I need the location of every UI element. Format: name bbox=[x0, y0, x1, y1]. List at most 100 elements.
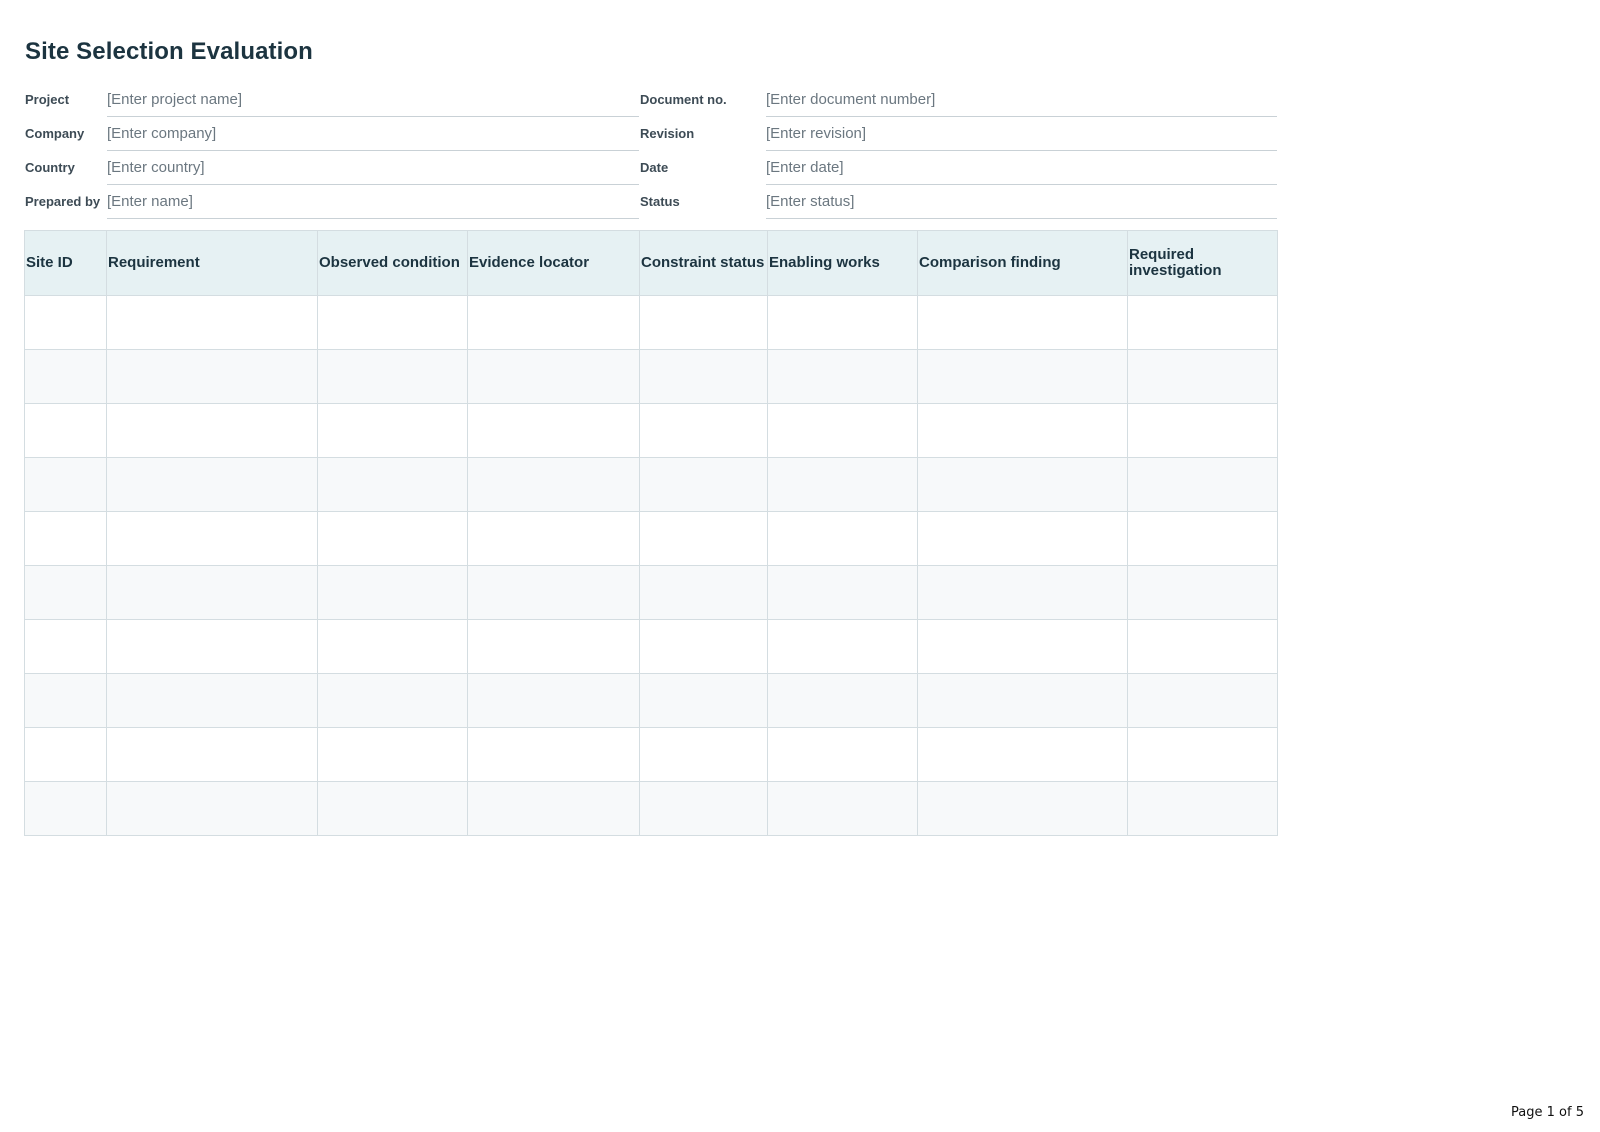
table-cell[interactable] bbox=[639, 727, 768, 782]
table-cell[interactable] bbox=[467, 403, 640, 458]
prepared-by-field[interactable]: [Enter name] bbox=[107, 186, 639, 219]
table-cell[interactable] bbox=[467, 673, 640, 728]
table-cell[interactable] bbox=[1127, 565, 1278, 620]
table-cell[interactable] bbox=[467, 727, 640, 782]
date-field[interactable]: [Enter date] bbox=[766, 152, 1277, 185]
table-cell[interactable] bbox=[917, 727, 1128, 782]
table-cell[interactable] bbox=[767, 457, 918, 512]
table-cell[interactable] bbox=[24, 619, 107, 674]
document-metadata: Project [Enter project name] Company [En… bbox=[0, 84, 1280, 224]
document-no-field[interactable]: [Enter document number] bbox=[766, 84, 1277, 117]
table-cell[interactable] bbox=[639, 565, 768, 620]
table-cell[interactable] bbox=[317, 727, 468, 782]
table-cell[interactable] bbox=[317, 619, 468, 674]
table-cell[interactable] bbox=[24, 349, 107, 404]
table-cell[interactable] bbox=[639, 403, 768, 458]
table-row bbox=[24, 619, 1278, 674]
table-cell[interactable] bbox=[467, 619, 640, 674]
table-cell[interactable] bbox=[24, 727, 107, 782]
project-field[interactable]: [Enter project name] bbox=[107, 84, 639, 117]
column-header-site-id: Site ID bbox=[24, 230, 107, 296]
table-row bbox=[24, 349, 1278, 404]
table-cell[interactable] bbox=[106, 457, 318, 512]
table-cell[interactable] bbox=[917, 403, 1128, 458]
table-cell[interactable] bbox=[317, 565, 468, 620]
table-cell[interactable] bbox=[106, 511, 318, 566]
country-field[interactable]: [Enter country] bbox=[107, 152, 639, 185]
table-cell[interactable] bbox=[767, 295, 918, 350]
table-cell[interactable] bbox=[106, 673, 318, 728]
table-cell[interactable] bbox=[317, 511, 468, 566]
table-cell[interactable] bbox=[917, 619, 1128, 674]
column-header-enabling-works: Enabling works bbox=[767, 230, 918, 296]
table-cell[interactable] bbox=[1127, 511, 1278, 566]
table-cell[interactable] bbox=[917, 565, 1128, 620]
table-cell[interactable] bbox=[24, 295, 107, 350]
table-cell[interactable] bbox=[917, 295, 1128, 350]
table-cell[interactable] bbox=[767, 619, 918, 674]
table-cell[interactable] bbox=[106, 295, 318, 350]
table-cell[interactable] bbox=[24, 673, 107, 728]
table-cell[interactable] bbox=[467, 457, 640, 512]
column-header-comparison-finding: Comparison finding bbox=[917, 230, 1128, 296]
table-cell[interactable] bbox=[1127, 727, 1278, 782]
table-cell[interactable] bbox=[917, 457, 1128, 512]
table-cell[interactable] bbox=[1127, 349, 1278, 404]
table-cell[interactable] bbox=[317, 781, 468, 836]
table-cell[interactable] bbox=[317, 295, 468, 350]
table-cell[interactable] bbox=[767, 349, 918, 404]
table-row bbox=[24, 403, 1278, 458]
table-row bbox=[24, 457, 1278, 512]
table-cell[interactable] bbox=[767, 403, 918, 458]
table-cell[interactable] bbox=[1127, 457, 1278, 512]
status-field[interactable]: [Enter status] bbox=[766, 186, 1277, 219]
table-cell[interactable] bbox=[639, 457, 768, 512]
document-no-label: Document no. bbox=[640, 92, 727, 107]
table-cell[interactable] bbox=[106, 619, 318, 674]
table-cell[interactable] bbox=[1127, 619, 1278, 674]
table-row bbox=[24, 295, 1278, 350]
table-cell[interactable] bbox=[317, 457, 468, 512]
table-cell[interactable] bbox=[106, 565, 318, 620]
table-cell[interactable] bbox=[1127, 673, 1278, 728]
table-cell[interactable] bbox=[467, 781, 640, 836]
table-cell[interactable] bbox=[767, 511, 918, 566]
table-cell[interactable] bbox=[467, 511, 640, 566]
table-cell[interactable] bbox=[24, 403, 107, 458]
table-cell[interactable] bbox=[917, 511, 1128, 566]
revision-field[interactable]: [Enter revision] bbox=[766, 118, 1277, 151]
table-cell[interactable] bbox=[639, 619, 768, 674]
table-cell[interactable] bbox=[24, 781, 107, 836]
table-cell[interactable] bbox=[467, 565, 640, 620]
company-field[interactable]: [Enter company] bbox=[107, 118, 639, 151]
table-cell[interactable] bbox=[317, 403, 468, 458]
table-cell[interactable] bbox=[1127, 781, 1278, 836]
table-cell[interactable] bbox=[767, 565, 918, 620]
table-cell[interactable] bbox=[24, 511, 107, 566]
table-cell[interactable] bbox=[106, 349, 318, 404]
table-cell[interactable] bbox=[639, 295, 768, 350]
table-cell[interactable] bbox=[467, 295, 640, 350]
table-cell[interactable] bbox=[917, 673, 1128, 728]
table-cell[interactable] bbox=[639, 349, 768, 404]
prepared-by-label: Prepared by bbox=[25, 194, 101, 209]
table-cell[interactable] bbox=[917, 349, 1128, 404]
table-cell[interactable] bbox=[106, 781, 318, 836]
table-cell[interactable] bbox=[24, 457, 107, 512]
table-cell[interactable] bbox=[317, 349, 468, 404]
table-cell[interactable] bbox=[639, 673, 768, 728]
table-cell[interactable] bbox=[639, 781, 768, 836]
table-cell[interactable] bbox=[106, 727, 318, 782]
table-cell[interactable] bbox=[767, 727, 918, 782]
table-cell[interactable] bbox=[639, 511, 768, 566]
table-cell[interactable] bbox=[767, 673, 918, 728]
table-cell[interactable] bbox=[467, 349, 640, 404]
table-cell[interactable] bbox=[1127, 403, 1278, 458]
table-cell[interactable] bbox=[106, 403, 318, 458]
table-body bbox=[24, 295, 1278, 836]
table-cell[interactable] bbox=[317, 673, 468, 728]
table-cell[interactable] bbox=[917, 781, 1128, 836]
table-cell[interactable] bbox=[767, 781, 918, 836]
table-cell[interactable] bbox=[1127, 295, 1278, 350]
table-cell[interactable] bbox=[24, 565, 107, 620]
